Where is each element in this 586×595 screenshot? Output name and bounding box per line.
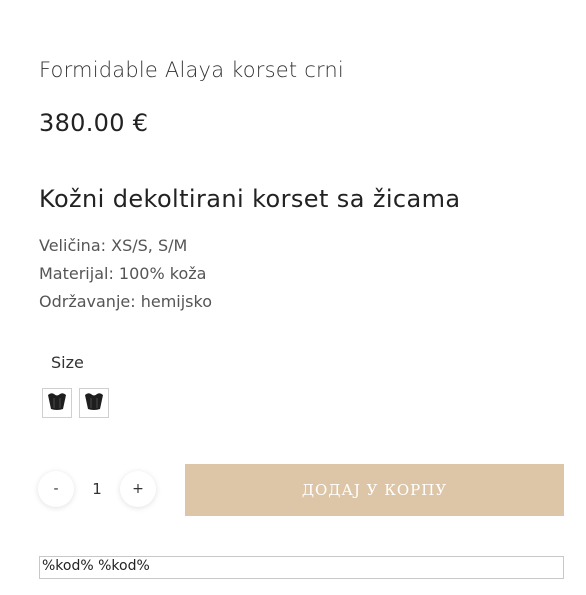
detail-size: Veličina: XS/S, S/M: [39, 236, 188, 255]
code-field[interactable]: %kod% %kod%: [39, 556, 564, 579]
detail-care: Održavanje: hemijsko: [39, 292, 212, 311]
size-swatch-1[interactable]: [42, 388, 72, 418]
product-price: 380.00 €: [39, 109, 149, 137]
corset-thumbnail-icon: [82, 389, 106, 417]
size-swatch-2[interactable]: [79, 388, 109, 418]
product-headline: Kožni dekoltirani korset sa žicama: [39, 185, 461, 213]
quantity-value[interactable]: 1: [74, 480, 120, 498]
quantity-stepper: - 1 +: [38, 471, 156, 507]
size-label: Size: [51, 353, 84, 372]
product-title: Formidable Alaya korset crni: [39, 58, 344, 82]
quantity-increase-button[interactable]: +: [120, 471, 156, 507]
product-details: Veličina: XS/S, S/M Materijal: 100% koža…: [39, 232, 212, 316]
corset-thumbnail-icon: [45, 389, 69, 417]
add-to-cart-button[interactable]: ДОДАЈ У КОРПУ: [185, 464, 564, 516]
detail-material: Materijal: 100% koža: [39, 264, 207, 283]
quantity-decrease-button[interactable]: -: [38, 471, 74, 507]
size-swatches: [42, 388, 109, 418]
